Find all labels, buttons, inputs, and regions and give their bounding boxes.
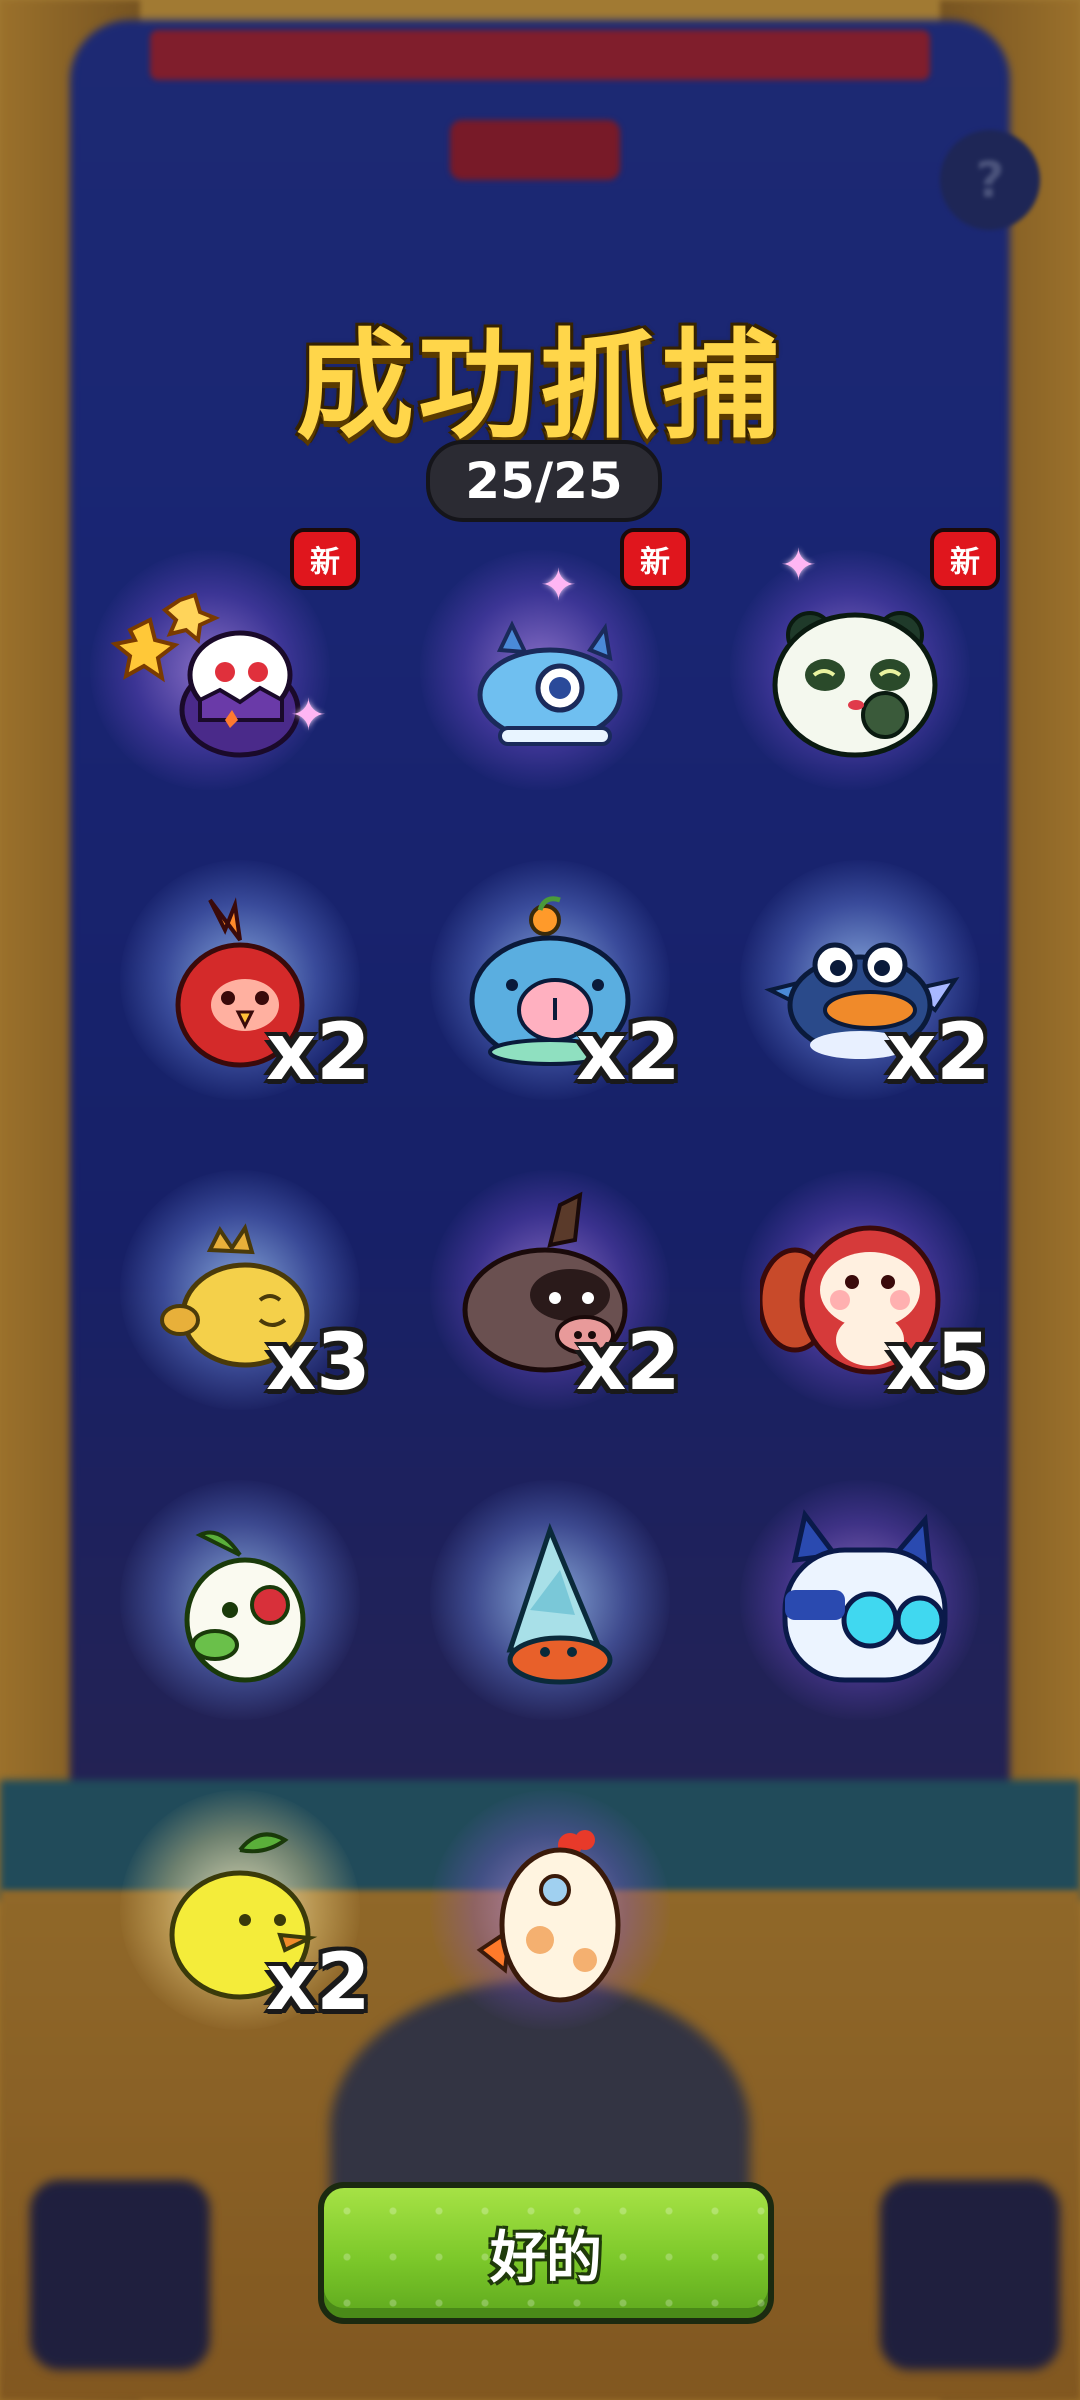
creature-count: x2 — [266, 1938, 371, 2028]
hermit-crab-icon — [506, 1522, 613, 1685]
new-badge: 新 — [290, 528, 360, 590]
creature-slot: x2 — [400, 1160, 700, 1420]
robot-cat-icon — [782, 1509, 948, 1683]
creature-grid: 新 ✦ 新 ✦ 新 ✦ x2 x2 x2 x3 x2 x5 x2 — [0, 0, 1080, 2100]
ok-button[interactable]: 好的 — [318, 2182, 774, 2324]
chicken-icon — [476, 1830, 621, 2003]
creature-slot: 新 ✦ — [60, 528, 360, 800]
sprout-bird-icon — [184, 1530, 306, 1683]
sparkle-icon: ✦ — [290, 690, 327, 741]
creature-slot: 新 ✦ — [390, 528, 690, 800]
creature-count: x2 — [266, 1008, 371, 1098]
new-badge: 新 — [930, 528, 1000, 590]
creature-slot: x5 — [710, 1160, 1010, 1420]
creature-slot — [400, 1470, 700, 1730]
creature-count: x3 — [266, 1318, 371, 1408]
creature-slot — [710, 1470, 1010, 1730]
creature-count: x5 — [886, 1318, 991, 1408]
cracked-egg-bunny-icon — [110, 592, 301, 758]
creature-count: x2 — [576, 1318, 681, 1408]
creature-count: x2 — [886, 1008, 991, 1098]
sparkle-icon: ✦ — [780, 540, 817, 591]
panda-icon — [772, 611, 938, 758]
creature-slot — [90, 1470, 390, 1730]
creature-slot: 新 ✦ — [700, 528, 1000, 800]
ok-button-label: 好的 — [490, 2225, 602, 2291]
sparkle-icon: ✦ — [540, 560, 577, 611]
creature-count: x2 — [576, 1008, 681, 1098]
new-badge: 新 — [620, 528, 690, 590]
creature-slot: x2 — [90, 1780, 390, 2040]
creature-slot: x2 — [710, 850, 1010, 1110]
creature-slot: x2 — [90, 850, 390, 1110]
creature-slot: x2 — [400, 850, 700, 1110]
creature-slot: x3 — [90, 1160, 390, 1420]
creature-slot — [400, 1780, 700, 2040]
